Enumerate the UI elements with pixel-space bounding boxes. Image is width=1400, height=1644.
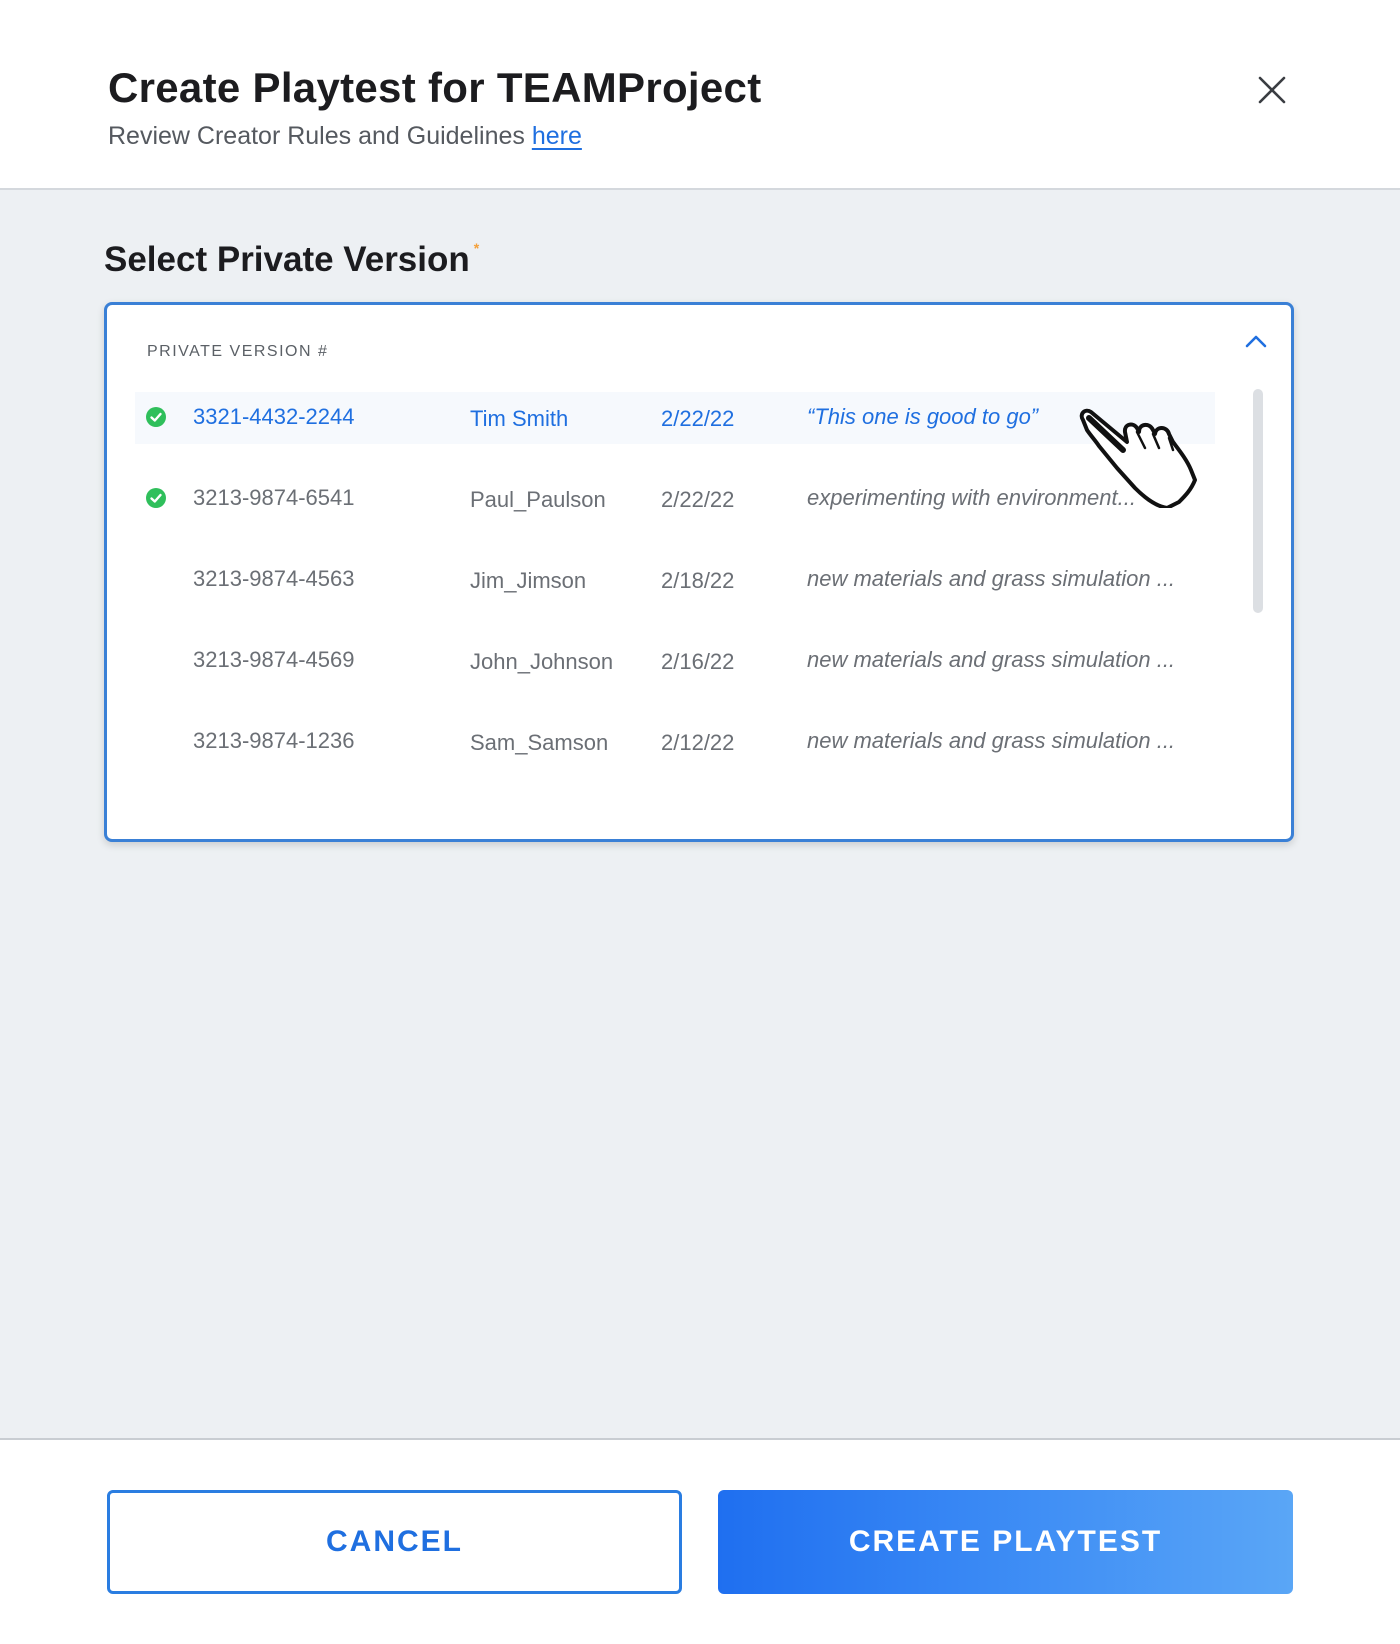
check-circle-icon [146,407,166,427]
required-marker: * [473,240,480,256]
version-row[interactable]: 3213-9874-1236 Sam_Samson 2/12/22 new ma… [135,716,1215,797]
version-row[interactable]: 3321-4432-2244 Tim Smith 2/22/22 “This o… [135,392,1215,444]
version-id: 3213-9874-4569 [193,647,355,672]
modal-header: Create Playtest for TEAMProject Review C… [0,0,1400,190]
version-list: 3321-4432-2244 Tim Smith 2/22/22 “This o… [135,392,1215,797]
version-author: John_Johnson [470,649,614,674]
guidelines-link[interactable]: here [532,122,582,150]
close-icon [1258,76,1286,104]
version-row[interactable]: 3213-9874-4563 Jim_Jimson 2/18/22 new ma… [135,554,1215,635]
cancel-button[interactable]: CANCEL [107,1490,682,1594]
version-date: 2/22/22 [661,406,735,431]
modal-title: Create Playtest for TEAMProject [108,64,762,111]
version-id: 3213-9874-4563 [193,566,355,591]
modal-subtitle: Review Creator Rules and Guidelines here [108,122,582,151]
section-label: Select Private Version * [104,240,479,280]
version-id: 3213-9874-1236 [193,728,355,753]
chevron-up-icon [1245,335,1267,348]
subtitle-text: Review Creator Rules and Guidelines [108,122,532,150]
list-scrollbar[interactable] [1253,389,1263,613]
version-date: 2/18/22 [661,568,735,593]
version-author: Sam_Samson [470,730,609,755]
version-author: Jim_Jimson [470,568,587,593]
modal-footer: CANCEL CREATE PLAYTEST [0,1438,1400,1644]
version-id: 3321-4432-2244 [193,404,355,429]
version-date: 2/12/22 [661,730,735,755]
version-row[interactable]: 3213-9874-4569 John_Johnson 2/16/22 new … [135,635,1215,716]
section-label-text: Select Private Version [104,240,470,279]
close-button[interactable] [1252,70,1292,110]
create-playtest-button[interactable]: CREATE PLAYTEST [718,1490,1293,1594]
version-row[interactable]: 3213-9874-6541 Paul_Paulson 2/22/22 expe… [135,473,1215,554]
version-note: “This one is good to go” [807,404,1039,429]
version-author: Tim Smith [470,406,569,431]
private-version-dropdown[interactable]: PRIVATE VERSION # 3321-4432-2244 Tim Smi… [104,302,1294,842]
version-author: Paul_Paulson [470,487,606,512]
version-id: 3213-9874-6541 [193,485,355,510]
version-date: 2/22/22 [661,487,735,512]
version-date: 2/16/22 [661,649,735,674]
create-playtest-modal: Create Playtest for TEAMProject Review C… [0,0,1400,1644]
version-note: new materials and grass simulation ... [807,647,1176,672]
modal-body: Select Private Version * PRIVATE VERSION … [0,190,1400,1438]
version-note: new materials and grass simulation ... [807,728,1176,753]
dropdown-column-label: PRIVATE VERSION # [147,343,329,360]
version-note: experimenting with environment... [807,485,1136,510]
version-note: new materials and grass simulation ... [807,566,1176,591]
check-circle-icon [146,488,166,508]
dropdown-toggle[interactable] [1243,331,1269,351]
